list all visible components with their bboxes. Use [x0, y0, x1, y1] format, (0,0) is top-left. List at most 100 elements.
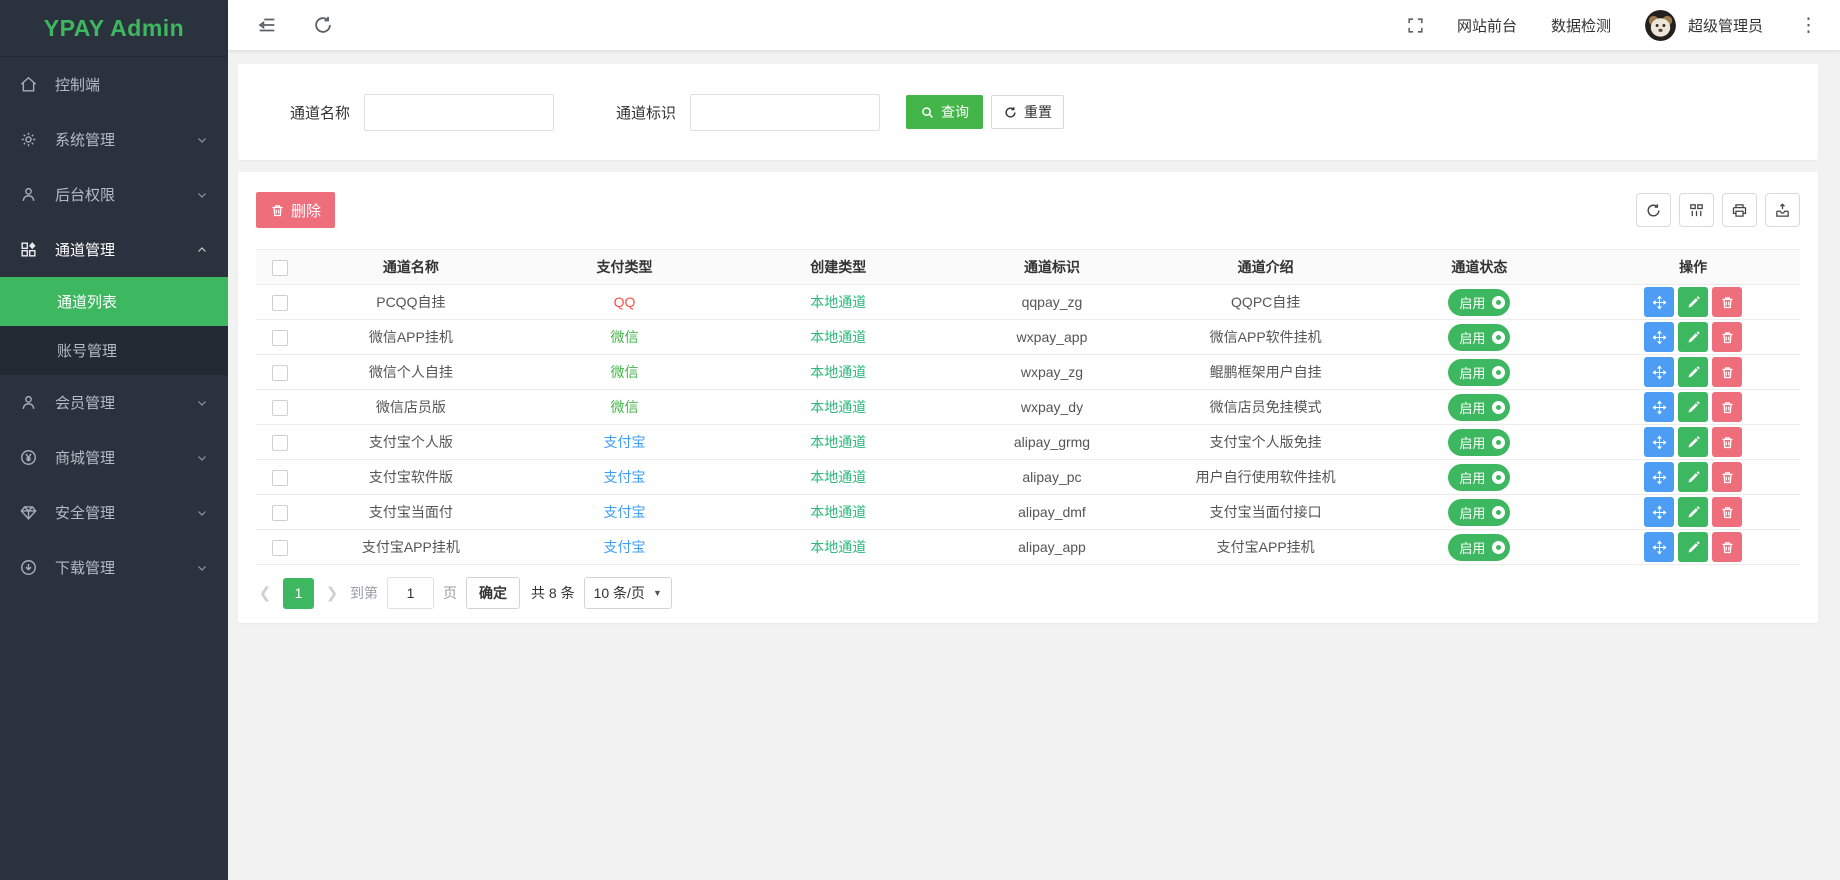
- cell-pay-type: QQ: [518, 285, 732, 320]
- sidebar-item-admin-perms[interactable]: 后台权限: [0, 167, 228, 222]
- chevron-down-icon: [196, 134, 208, 146]
- table-columns-button[interactable]: [1679, 193, 1714, 227]
- gem-icon: [19, 503, 38, 522]
- user-avatar[interactable]: [1645, 10, 1676, 41]
- move-button[interactable]: [1644, 322, 1674, 352]
- current-page-button[interactable]: 1: [283, 578, 314, 609]
- menu-fold-icon[interactable]: [256, 14, 278, 36]
- status-toggle[interactable]: 启用: [1448, 359, 1510, 386]
- gear-icon: [19, 130, 38, 149]
- channel-name-input[interactable]: [364, 94, 554, 131]
- refresh-icon[interactable]: [312, 14, 334, 36]
- row-checkbox[interactable]: [272, 435, 288, 451]
- cell-intro: QQPC自挂: [1159, 285, 1373, 320]
- sidebar-item-security[interactable]: 安全管理: [0, 485, 228, 540]
- row-checkbox[interactable]: [272, 365, 288, 381]
- row-checkbox[interactable]: [272, 295, 288, 311]
- edit-button[interactable]: [1678, 357, 1708, 387]
- data-check-link[interactable]: 数据检测: [1551, 15, 1611, 36]
- next-page-icon[interactable]: ❯: [323, 584, 341, 602]
- row-checkbox[interactable]: [272, 505, 288, 521]
- channel-code-input[interactable]: [690, 94, 880, 131]
- edit-button[interactable]: [1678, 287, 1708, 317]
- row-delete-button[interactable]: [1712, 427, 1742, 457]
- table-export-button[interactable]: [1765, 193, 1800, 227]
- row-checkbox[interactable]: [272, 470, 288, 486]
- row-delete-button[interactable]: [1712, 497, 1742, 527]
- status-toggle[interactable]: 启用: [1448, 324, 1510, 351]
- edit-button[interactable]: [1678, 392, 1708, 422]
- edit-button[interactable]: [1678, 322, 1708, 352]
- toggle-knob: [1492, 366, 1505, 379]
- move-button[interactable]: [1644, 497, 1674, 527]
- row-checkbox[interactable]: [272, 400, 288, 416]
- cell-create-type: 本地通道: [731, 390, 945, 425]
- page-size-select[interactable]: 10 条/页 ▼: [584, 577, 672, 609]
- sidebar-subitem-label: 账号管理: [57, 340, 117, 361]
- reset-button[interactable]: 重置: [991, 95, 1064, 129]
- sidebar-item-label: 后台权限: [55, 184, 115, 205]
- move-button[interactable]: [1644, 287, 1674, 317]
- username-label[interactable]: 超级管理员: [1688, 15, 1763, 36]
- prev-page-icon[interactable]: ❮: [256, 584, 274, 602]
- cell-name: 微信个人自挂: [304, 355, 518, 390]
- sidebar-item-mall[interactable]: 商城管理: [0, 430, 228, 485]
- select-all-checkbox[interactable]: [272, 260, 288, 276]
- table-tools: [1636, 193, 1800, 227]
- move-button[interactable]: [1644, 532, 1674, 562]
- row-delete-button[interactable]: [1712, 287, 1742, 317]
- status-toggle[interactable]: 启用: [1448, 429, 1510, 456]
- delete-button[interactable]: 删除: [256, 192, 335, 228]
- status-toggle[interactable]: 启用: [1448, 464, 1510, 491]
- cell-intro: 鲲鹏框架用户自挂: [1159, 355, 1373, 390]
- fullscreen-icon[interactable]: [1406, 16, 1425, 35]
- move-button[interactable]: [1644, 357, 1674, 387]
- more-menu-icon[interactable]: ⋮: [1799, 16, 1818, 35]
- row-delete-button[interactable]: [1712, 357, 1742, 387]
- status-label: 启用: [1459, 468, 1485, 487]
- cell-intro: 用户自行使用软件挂机: [1159, 460, 1373, 495]
- site-front-link[interactable]: 网站前台: [1457, 15, 1517, 36]
- sidebar-nav: 控制端 系统管理 后台权限 通道管理: [0, 57, 228, 880]
- edit-button[interactable]: [1678, 462, 1708, 492]
- cell-name: 支付宝软件版: [304, 460, 518, 495]
- row-delete-button[interactable]: [1712, 462, 1742, 492]
- row-delete-button[interactable]: [1712, 392, 1742, 422]
- edit-button[interactable]: [1678, 427, 1708, 457]
- status-toggle[interactable]: 启用: [1448, 394, 1510, 421]
- status-toggle[interactable]: 启用: [1448, 499, 1510, 526]
- move-button[interactable]: [1644, 462, 1674, 492]
- sidebar-item-dashboard[interactable]: 控制端: [0, 57, 228, 112]
- topbar-right: 网站前台 数据检测 超级管理员 ⋮: [1406, 10, 1818, 41]
- cell-create-type: 本地通道: [731, 530, 945, 565]
- query-button[interactable]: 查询: [906, 95, 983, 129]
- move-button[interactable]: [1644, 392, 1674, 422]
- row-delete-button[interactable]: [1712, 322, 1742, 352]
- row-checkbox[interactable]: [272, 540, 288, 556]
- column-header: 通道状态: [1373, 250, 1587, 285]
- edit-button[interactable]: [1678, 497, 1708, 527]
- row-checkbox[interactable]: [272, 330, 288, 346]
- sidebar-subitem-channel-list[interactable]: 通道列表: [0, 277, 228, 326]
- edit-button[interactable]: [1678, 532, 1708, 562]
- row-delete-button[interactable]: [1712, 532, 1742, 562]
- table-print-button[interactable]: [1722, 193, 1757, 227]
- status-toggle[interactable]: 启用: [1448, 289, 1510, 316]
- sidebar-subitem-account-manage[interactable]: 账号管理: [0, 326, 228, 375]
- channel-name-label: 通道名称: [290, 102, 350, 123]
- search-icon: [920, 105, 935, 120]
- status-toggle[interactable]: 启用: [1448, 534, 1510, 561]
- sidebar-subitem-label: 通道列表: [57, 291, 117, 312]
- sidebar-item-downloads[interactable]: 下载管理: [0, 540, 228, 595]
- column-header: 操作: [1586, 250, 1800, 285]
- goto-page-input[interactable]: [387, 577, 434, 609]
- sidebar-item-system[interactable]: 系统管理: [0, 112, 228, 167]
- table-refresh-button[interactable]: [1636, 193, 1671, 227]
- sidebar-item-channels[interactable]: 通道管理: [0, 222, 228, 277]
- cell-code: wxpay_app: [945, 320, 1159, 355]
- move-button[interactable]: [1644, 427, 1674, 457]
- total-count-label: 共 8 条: [531, 583, 575, 603]
- sidebar-item-members[interactable]: 会员管理: [0, 375, 228, 430]
- goto-confirm-button[interactable]: 确定: [466, 577, 520, 609]
- cell-pay-type: 微信: [518, 390, 732, 425]
